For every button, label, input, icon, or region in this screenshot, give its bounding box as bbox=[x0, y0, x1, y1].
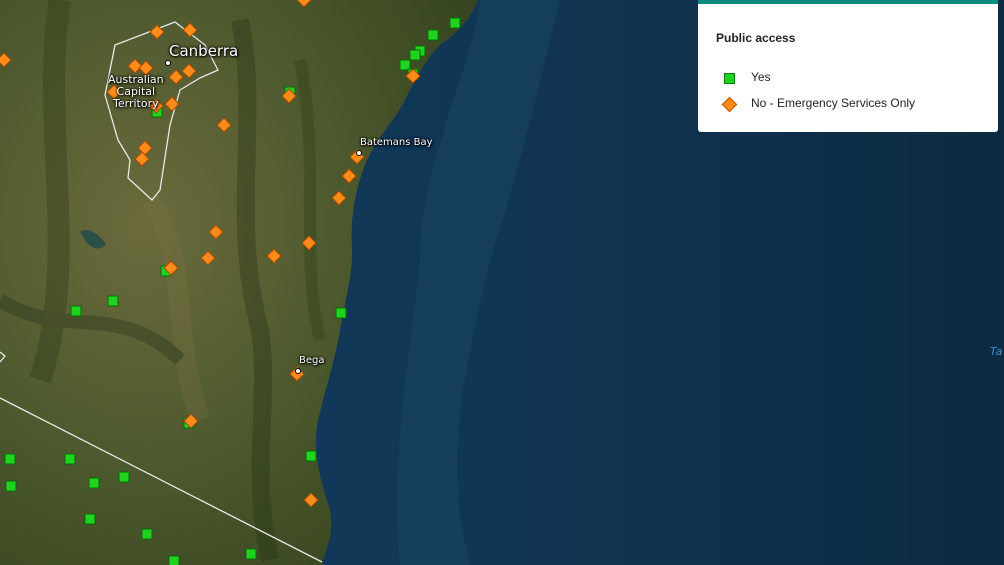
label-canberra: Canberra bbox=[169, 42, 239, 60]
marker-public-access-yes[interactable] bbox=[409, 49, 421, 61]
marker-public-access-yes[interactable] bbox=[335, 307, 347, 319]
marker-public-access-yes[interactable] bbox=[118, 471, 130, 483]
marker-public-access-yes[interactable] bbox=[305, 450, 317, 462]
marker-public-access-yes[interactable] bbox=[64, 453, 76, 465]
label-act-line3: Territory bbox=[113, 97, 159, 110]
marker-public-access-yes[interactable] bbox=[427, 29, 439, 41]
marker-public-access-yes[interactable] bbox=[449, 17, 461, 29]
label-bega: Bega bbox=[299, 355, 325, 366]
marker-public-access-yes[interactable] bbox=[5, 480, 17, 492]
legend-title: Public access bbox=[716, 31, 796, 45]
batemans-bay-dot bbox=[356, 150, 362, 156]
orange-diamond-icon bbox=[721, 96, 738, 113]
label-batemans-bay: Batemans Bay bbox=[360, 137, 433, 148]
marker-public-access-yes[interactable] bbox=[4, 453, 16, 465]
marker-public-access-yes[interactable] bbox=[70, 305, 82, 317]
marker-public-access-yes[interactable] bbox=[84, 513, 96, 525]
marker-public-access-yes[interactable] bbox=[245, 548, 257, 560]
marker-public-access-yes[interactable] bbox=[141, 528, 153, 540]
marker-public-access-yes[interactable] bbox=[107, 295, 119, 307]
label-tasman-sea: Ta bbox=[990, 345, 1003, 358]
marker-public-access-yes[interactable] bbox=[88, 477, 100, 489]
canberra-dot bbox=[165, 60, 171, 66]
legend-panel: Public access Yes No - Emergency Service… bbox=[698, 0, 998, 132]
bega-dot bbox=[295, 368, 301, 374]
legend-label-yes: Yes bbox=[751, 70, 771, 84]
marker-public-access-yes[interactable] bbox=[168, 555, 180, 565]
green-square-icon bbox=[724, 73, 735, 84]
legend-label-no: No - Emergency Services Only bbox=[751, 96, 916, 110]
label-act: Australian Capital Territory bbox=[108, 74, 164, 110]
